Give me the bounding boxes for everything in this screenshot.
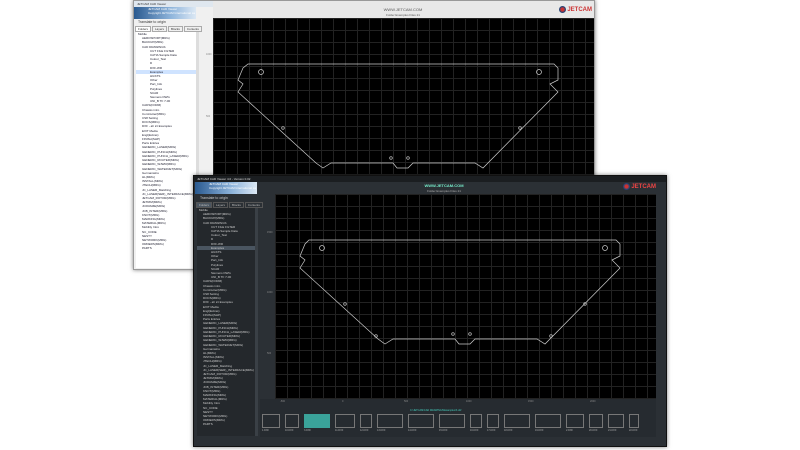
window-title: JETCAM CAD Viewer 4.0 - Version 0.02 (194, 176, 666, 182)
file-thumbnail[interactable] (304, 414, 330, 428)
logo-icon (559, 6, 567, 13)
x-ruler-label: 1500 (528, 400, 534, 403)
x-ruler-label: -500 (280, 400, 286, 403)
thumbnail-label: 12.DXF (360, 429, 369, 432)
tree-item[interactable]: PARTS (197, 422, 255, 426)
folder-info: Folder Examples Files 21 (386, 13, 420, 17)
thumbnail-label: 3.DXF (304, 429, 312, 432)
website-label: WWW.JETCAM.COM (424, 183, 464, 188)
canvas-header: WWW.JETCAM.COM Folder Examples Files 21 … (213, 1, 594, 18)
y-ruler-label: 500 (206, 115, 211, 118)
x-ruler-label: 1000 (466, 400, 472, 403)
thumbnail-label: 16.DXF (470, 429, 479, 432)
file-thumbnail[interactable] (377, 414, 403, 428)
x-ruler-label: 2000 (590, 400, 596, 403)
app-banner: JETCAM CAD Viewer Copyright JETCAM Intern… (195, 182, 257, 194)
file-thumbnail[interactable] (589, 414, 603, 428)
logo-icon (623, 183, 631, 190)
thumbnail-label: 15.DXF (439, 429, 448, 432)
thumbnail-label: 2.DXF (566, 429, 574, 432)
file-thumbnail[interactable] (487, 414, 499, 428)
file-thumbnail[interactable] (285, 414, 299, 428)
app-banner: JETCAM CAD Viewer Copyright JETCAM Intern… (134, 7, 196, 19)
thumbnail-label: 11.DXF (335, 429, 344, 432)
translate-origin-option[interactable]: Translate to origin (138, 20, 166, 24)
x-ruler-label: 0 (342, 400, 344, 403)
file-thumbnail[interactable] (360, 414, 372, 428)
file-thumbnail[interactable] (470, 414, 482, 428)
y-ruler-label: 1500 (267, 231, 273, 234)
y-ruler-label: 500 (267, 352, 272, 355)
file-thumbnail[interactable] (608, 414, 624, 428)
y-ruler-label: 1000 (206, 53, 212, 56)
thumbnail-label: 20.DXF (589, 429, 598, 432)
file-thumbnail[interactable] (408, 414, 434, 428)
jetcam-logo: JETCAM (623, 183, 656, 190)
y-ruler-label: 1000 (267, 291, 273, 294)
jetcam-logo: JETCAM (559, 6, 592, 13)
folder-tree[interactable]: Mobile AEROSPORT(MRG) BACKUP(MRG) CAD DRAWI… (197, 208, 255, 436)
thumbnail-label: 18.DXF (504, 429, 513, 432)
part-drawing (299, 239, 621, 345)
file-thumbnail[interactable] (504, 414, 530, 428)
translate-origin-option[interactable]: Translate to origin (200, 196, 228, 200)
thumbnail-label: 22.DXF (629, 429, 638, 432)
thumbnail-label: 14.DXF (408, 429, 417, 432)
selected-file-path: C:\JETCAM\CAD DRAWINGS\Examples\3.dxf (410, 409, 462, 412)
folder-info: Folder Examples Files 21 (427, 189, 461, 193)
thumbnail-label: 17.DXF (487, 429, 496, 432)
thumbnail-label: 19.DXF (535, 429, 544, 432)
thumbnail-label: 21.DXF (608, 429, 617, 432)
file-thumbnail[interactable] (262, 414, 280, 428)
file-thumbnail[interactable] (629, 414, 639, 428)
dark-theme-window: JETCAM CAD Viewer 4.0 - Version 0.02 JET… (193, 175, 667, 447)
x-ruler-label: 500 (404, 400, 409, 403)
file-thumbnail[interactable] (335, 414, 355, 428)
drawing-canvas[interactable] (275, 194, 656, 399)
file-thumbnail[interactable] (566, 414, 584, 428)
tree-item[interactable]: PARTS (136, 246, 196, 250)
banner-subtitle: Copyright JETCAM International sa (209, 186, 257, 190)
banner-subtitle: Copyright JETCAM International sa (148, 11, 196, 15)
folder-tree[interactable]: Mobile AEROSPORT(MRG) BACKUP(MRG) CAD DRAWI… (136, 32, 196, 268)
thumbnail-label: 10.DXF (285, 429, 294, 432)
file-thumbnail[interactable] (439, 414, 465, 428)
logo-text: JETCAM (567, 6, 592, 13)
file-thumbnail-strip[interactable]: C:\JETCAM\CAD DRAWINGS\Examples\3.dxf -5… (260, 399, 656, 437)
thumbnail-label: 1.DXF (262, 429, 270, 432)
thumbnail-label: 13.DXF (377, 429, 386, 432)
logo-text: JETCAM (631, 183, 656, 190)
tree-scrollbar[interactable] (255, 208, 258, 436)
website-label: WWW.JETCAM.COM (383, 7, 423, 12)
file-thumbnail[interactable] (535, 414, 561, 428)
